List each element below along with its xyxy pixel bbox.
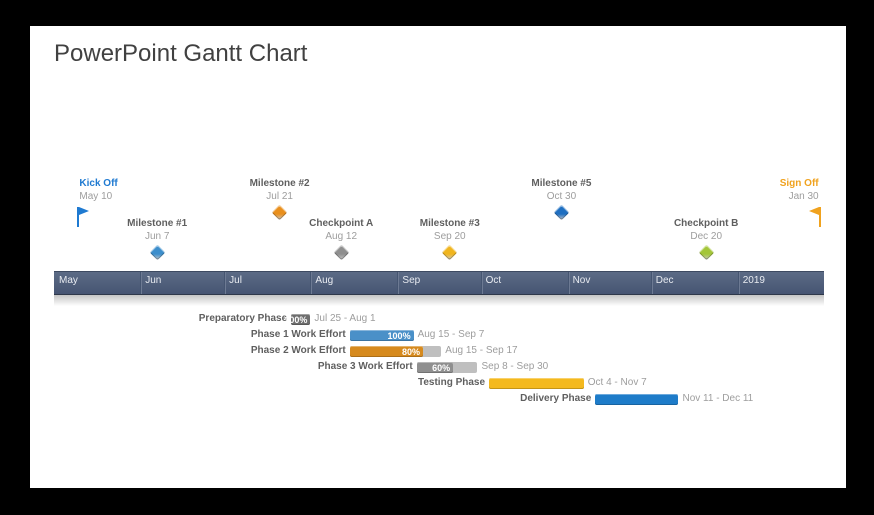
milestone-name: Milestone #5 (501, 178, 621, 190)
milestone: Milestone #3Sep 20 (390, 218, 510, 258)
milestone-name: Sign Off (699, 178, 819, 190)
task-bar: 100% (291, 314, 310, 325)
flag-icon (809, 207, 821, 227)
axis-tick-label: Nov (568, 275, 591, 286)
milestone-date: May 10 (79, 191, 199, 203)
milestone-date: Oct 30 (501, 191, 621, 203)
diamond-icon (698, 245, 714, 261)
task-bar: 100% (350, 330, 414, 341)
axis-tick-label: May (54, 275, 78, 286)
task-name: Preparatory Phase (54, 312, 287, 326)
page-title: PowerPoint Gantt Chart (54, 40, 307, 68)
task-name: Phase 3 Work Effort (54, 360, 413, 374)
milestone-name: Milestone #1 (97, 218, 217, 230)
task-name: Delivery Phase (54, 392, 591, 406)
milestone: Sign OffJan 30 (699, 178, 819, 227)
diamond-icon (442, 245, 458, 261)
milestone-date: Jan 30 (699, 191, 819, 203)
task-bar (489, 378, 584, 389)
task-row: Delivery Phase Nov 11 - Dec 11 (54, 392, 824, 406)
task-name: Phase 1 Work Effort (54, 328, 346, 342)
diamond-icon (333, 245, 349, 261)
milestone-name: Milestone #2 (220, 178, 340, 190)
milestone-name: Checkpoint A (281, 218, 401, 230)
axis-tick-label: Oct (481, 275, 502, 286)
task-dates: Aug 15 - Sep 17 (445, 344, 517, 358)
task-bar-percent: 60% (432, 361, 450, 375)
axis-tick-label: 2019 (738, 275, 765, 286)
axis-tick-label: Aug (310, 275, 333, 286)
task-bar-fill: 100% (350, 330, 414, 341)
milestone-date: Sep 20 (390, 231, 510, 243)
milestone-date: Aug 12 (281, 231, 401, 243)
task-bar-fill: 80% (350, 346, 423, 357)
task-bar: 60% (417, 362, 478, 373)
task-dates: Aug 15 - Sep 7 (418, 328, 485, 342)
task-bar-percent: 100% (388, 329, 411, 343)
task-row: Phase 2 Work Effort 80% Aug 15 - Sep 17 (54, 344, 824, 358)
milestone: Milestone #2Jul 21 (220, 178, 340, 218)
milestone-date: Dec 20 (646, 231, 766, 243)
axis-tick-label: Dec (651, 275, 674, 286)
task-bar-fill: 60% (417, 362, 453, 373)
milestone-name: Milestone #3 (390, 218, 510, 230)
task-row: Preparatory Phase 100% Jul 25 - Aug 1 (54, 312, 824, 326)
task-bar: 80% (350, 346, 442, 357)
task-bar-percent: 100% (284, 313, 307, 327)
axis-tick-label: Jul (224, 275, 242, 286)
axis-tick-label: Sep (397, 275, 420, 286)
task-name: Testing Phase (54, 376, 485, 390)
time-axis: May Jun Jul Aug Sep Oct Nov Dec 2019 (54, 271, 824, 295)
milestone: Milestone #1Jun 7 (97, 218, 217, 258)
task-bar (595, 394, 678, 405)
milestone-date: Jul 21 (220, 191, 340, 203)
flag-icon (77, 207, 89, 227)
task-dates: Oct 4 - Nov 7 (588, 376, 647, 390)
milestone-name: Kick Off (79, 178, 199, 190)
task-bar-fill: 100% (291, 314, 310, 325)
task-name: Phase 2 Work Effort (54, 344, 346, 358)
task-row: Phase 3 Work Effort 60% Sep 8 - Sep 30 (54, 360, 824, 374)
milestone: Checkpoint AAug 12 (281, 218, 401, 258)
task-bar-fill (489, 378, 584, 389)
axis-shadow (54, 294, 824, 306)
task-bar-fill (595, 394, 678, 405)
task-row: Phase 1 Work Effort 100% Aug 15 - Sep 7 (54, 328, 824, 342)
slide-page: PowerPoint Gantt Chart May Jun Jul Aug Sep Oc… (30, 26, 846, 488)
milestone: Milestone #5Oct 30 (501, 178, 621, 218)
axis-tick-label: Jun (140, 275, 161, 286)
milestone-date: Jun 7 (97, 231, 217, 243)
diamond-icon (554, 205, 570, 221)
task-bar-percent: 80% (402, 345, 420, 359)
task-dates: Sep 8 - Sep 30 (482, 360, 549, 374)
task-dates: Nov 11 - Dec 11 (682, 392, 753, 406)
diamond-icon (149, 245, 165, 261)
task-row: Testing Phase Oct 4 - Nov 7 (54, 376, 824, 390)
task-dates: Jul 25 - Aug 1 (314, 312, 375, 326)
